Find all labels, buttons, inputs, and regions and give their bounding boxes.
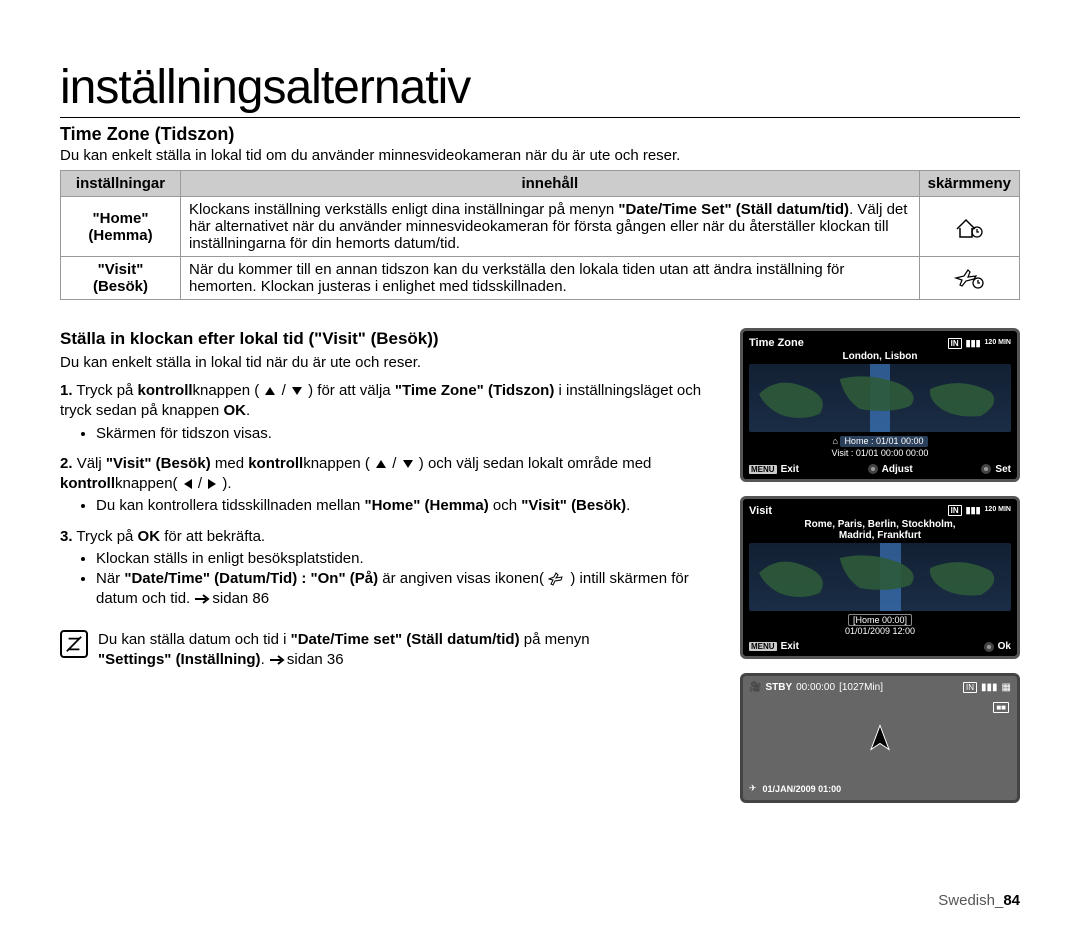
page-arrow-icon — [194, 593, 212, 605]
battery-icon: ▮▮▮ — [981, 682, 998, 693]
lcd-stby: 🎥 STBY 00:00:00 [1027Min] IN ▮▮▮ ▦ ■■ ✈ — [740, 673, 1020, 803]
table-row: "Visit" (Besök) När du kommer till en an… — [61, 257, 1020, 300]
section-heading: Time Zone (Tidszon) — [60, 124, 1020, 145]
plane-clock-icon — [954, 266, 984, 290]
table-row: "Home" (Hemma) Klockans inställning verk… — [61, 197, 1020, 257]
plane-small-icon — [548, 572, 566, 586]
page-footer: Swedish_84 — [938, 892, 1020, 909]
section-desc: Du kan enkelt ställa in lokal tid om du … — [60, 147, 1020, 164]
plane-small-icon: ✈ — [749, 783, 757, 794]
th-screenmenu: skärmmeny — [919, 171, 1019, 197]
memory-icon: IN — [963, 682, 977, 693]
memory-icon: IN — [948, 338, 962, 349]
instructions: Ställa in klockan efter lokal tid ("Visi… — [60, 328, 720, 670]
memory-icon: IN — [948, 505, 962, 516]
ok-dot-icon — [984, 642, 994, 652]
camera-icon: 🎥 — [749, 682, 761, 693]
sub-heading: Ställa in klockan efter lokal tid ("Visi… — [60, 328, 720, 351]
right-icon — [206, 477, 218, 491]
down-icon — [401, 458, 415, 470]
battery-icon: ▮▮▮ — [966, 338, 981, 349]
up-icon — [263, 385, 277, 397]
battery-icon: ▮▮▮ — [966, 505, 981, 516]
home-clock-icon — [954, 215, 984, 239]
nav-dot-icon — [868, 464, 878, 474]
ok-dot-icon — [981, 464, 991, 474]
settings-table: inställningar innehåll skärmmeny "Home" … — [60, 170, 1020, 300]
page-arrow-icon — [269, 654, 287, 666]
note-icon — [60, 630, 88, 658]
down-icon — [290, 385, 304, 397]
up-icon — [374, 458, 388, 470]
th-settings: inställningar — [61, 171, 181, 197]
aspect-icon: ■■ — [993, 702, 1009, 713]
sub-desc: Du kan enkelt ställa in lokal tid när du… — [60, 353, 720, 373]
page-title: inställningsalternativ — [60, 60, 1020, 118]
home-tiny-icon: ⌂ — [832, 436, 837, 446]
note: Du kan ställa datum och tid i "Date/Time… — [60, 630, 720, 671]
lcd-timezone: Time Zone IN ▮▮▮ 120 MIN London, Lisbon … — [740, 328, 1020, 482]
lcd-visit: Visit IN ▮▮▮ 120 MIN Rome, Paris, Berlin… — [740, 496, 1020, 660]
th-content: innehåll — [181, 171, 920, 197]
left-icon — [182, 477, 194, 491]
cursor-icon — [865, 724, 895, 757]
rec-quality-icon: ▦ — [1002, 682, 1011, 693]
